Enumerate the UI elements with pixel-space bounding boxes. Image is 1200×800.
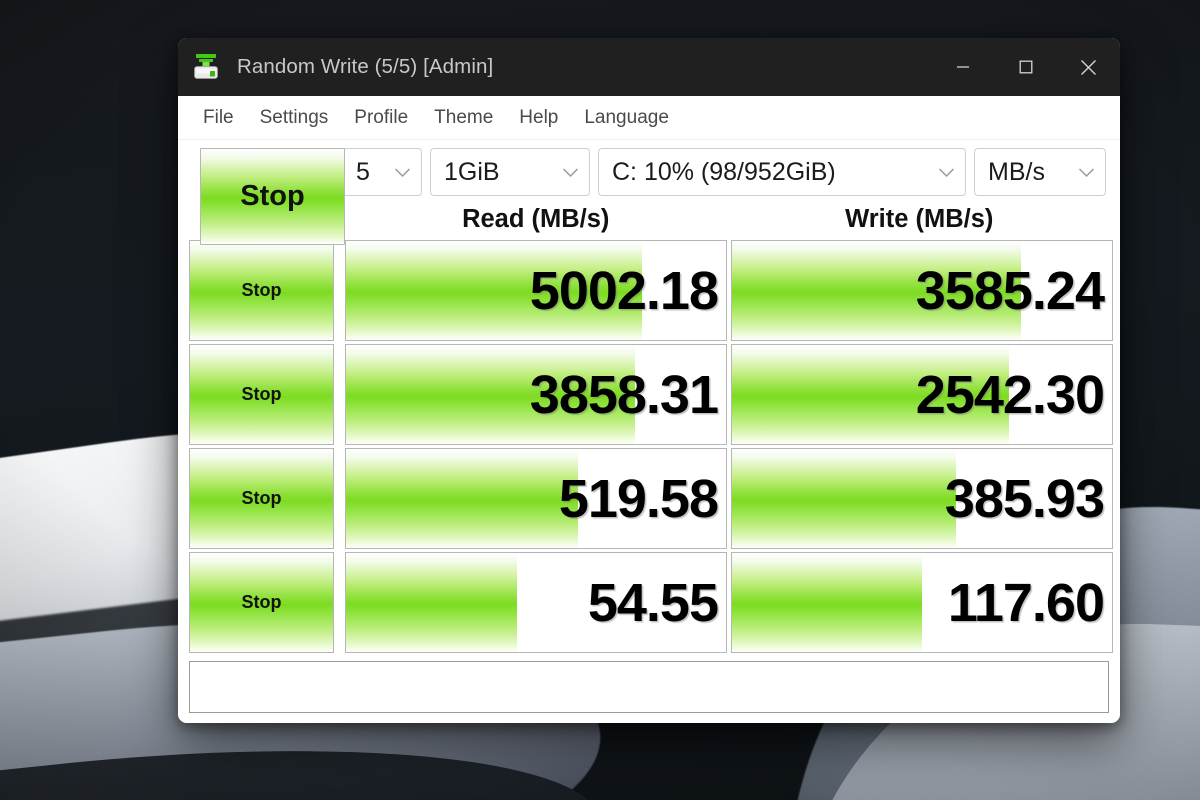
status-bar [189, 661, 1109, 713]
write-score-row-2: 2542.30 [731, 344, 1113, 445]
read-value-row-4: 54.55 [587, 572, 719, 633]
chevron-down-icon [383, 167, 421, 178]
column-header-read: Read (MB/s) [462, 204, 610, 233]
read-score-row-4: 54.55 [345, 552, 727, 653]
chevron-down-icon [551, 167, 589, 178]
column-header-write: Write (MB/s) [845, 204, 994, 233]
stop-button-row-4[interactable]: Stop [189, 552, 334, 653]
test-count-value: 5 [356, 157, 370, 186]
table-row: Stop 5002.18 3585.24 [189, 240, 1113, 344]
table-row: Stop 3858.31 2542.30 [189, 344, 1113, 448]
menu-item-file[interactable]: File [190, 104, 247, 132]
chevron-down-icon [1067, 167, 1105, 178]
window-title: Random Write (5/5) [Admin] [237, 55, 494, 78]
menu-item-help[interactable]: Help [506, 104, 571, 132]
read-score-row-3: 519.58 [345, 448, 727, 549]
stop-button-row-2[interactable]: Stop [189, 344, 334, 445]
test-size-value: 1GiB [444, 157, 500, 186]
read-score-row-1: 5002.18 [345, 240, 727, 341]
stop-button-row-3[interactable]: Stop [189, 448, 334, 549]
unit-select[interactable]: MB/s [974, 148, 1106, 196]
window-titlebar: Random Write (5/5) [Admin] [178, 38, 1120, 96]
desktop-wallpaper: Random Write (5/5) [Admin] File Settings… [0, 0, 1200, 800]
crystaldiskmark-window: Random Write (5/5) [Admin] File Settings… [178, 38, 1120, 723]
close-icon[interactable] [1057, 38, 1120, 96]
results-grid: Stop Read (MB/s) Write (MB/s) Stop 5002.… [189, 148, 1113, 713]
maximize-icon[interactable] [994, 38, 1057, 96]
disk-benchmark-icon [191, 52, 221, 82]
table-row: Stop 54.55 117.60 [189, 552, 1113, 656]
read-score-row-2: 3858.31 [345, 344, 727, 445]
stop-button-row-1[interactable]: Stop [189, 240, 334, 341]
menu-item-settings[interactable]: Settings [247, 104, 342, 132]
minimize-icon[interactable] [931, 38, 994, 96]
window-controls [931, 38, 1120, 96]
write-score-row-4: 117.60 [731, 552, 1113, 653]
stop-all-button[interactable]: Stop [200, 148, 345, 245]
drive-value: C: 10% (98/952GiB) [612, 157, 836, 186]
menu-item-profile[interactable]: Profile [341, 104, 421, 132]
unit-value: MB/s [988, 157, 1045, 186]
read-value-row-3: 519.58 [558, 468, 719, 529]
test-count-select[interactable]: 5 [342, 148, 422, 196]
write-value-row-4: 117.60 [947, 572, 1105, 633]
write-value-row-3: 385.93 [944, 468, 1105, 529]
table-row: Stop 519.58 385.93 [189, 448, 1113, 552]
write-score-row-1: 3585.24 [731, 240, 1113, 341]
menubar: File Settings Profile Theme Help Languag… [178, 96, 1120, 140]
write-value-row-2: 2542.30 [915, 364, 1105, 425]
read-value-row-1: 5002.18 [529, 260, 719, 321]
window-body: 5 1GiB C: 10% (98/952GiB) MB/s Stop Read… [178, 140, 1120, 723]
menu-item-theme[interactable]: Theme [421, 104, 506, 132]
test-size-select[interactable]: 1GiB [430, 148, 590, 196]
write-value-row-1: 3585.24 [915, 260, 1105, 321]
drive-select[interactable]: C: 10% (98/952GiB) [598, 148, 966, 196]
chevron-down-icon [927, 167, 965, 178]
write-score-row-3: 385.93 [731, 448, 1113, 549]
menu-item-language[interactable]: Language [571, 104, 682, 132]
read-value-row-2: 3858.31 [529, 364, 719, 425]
